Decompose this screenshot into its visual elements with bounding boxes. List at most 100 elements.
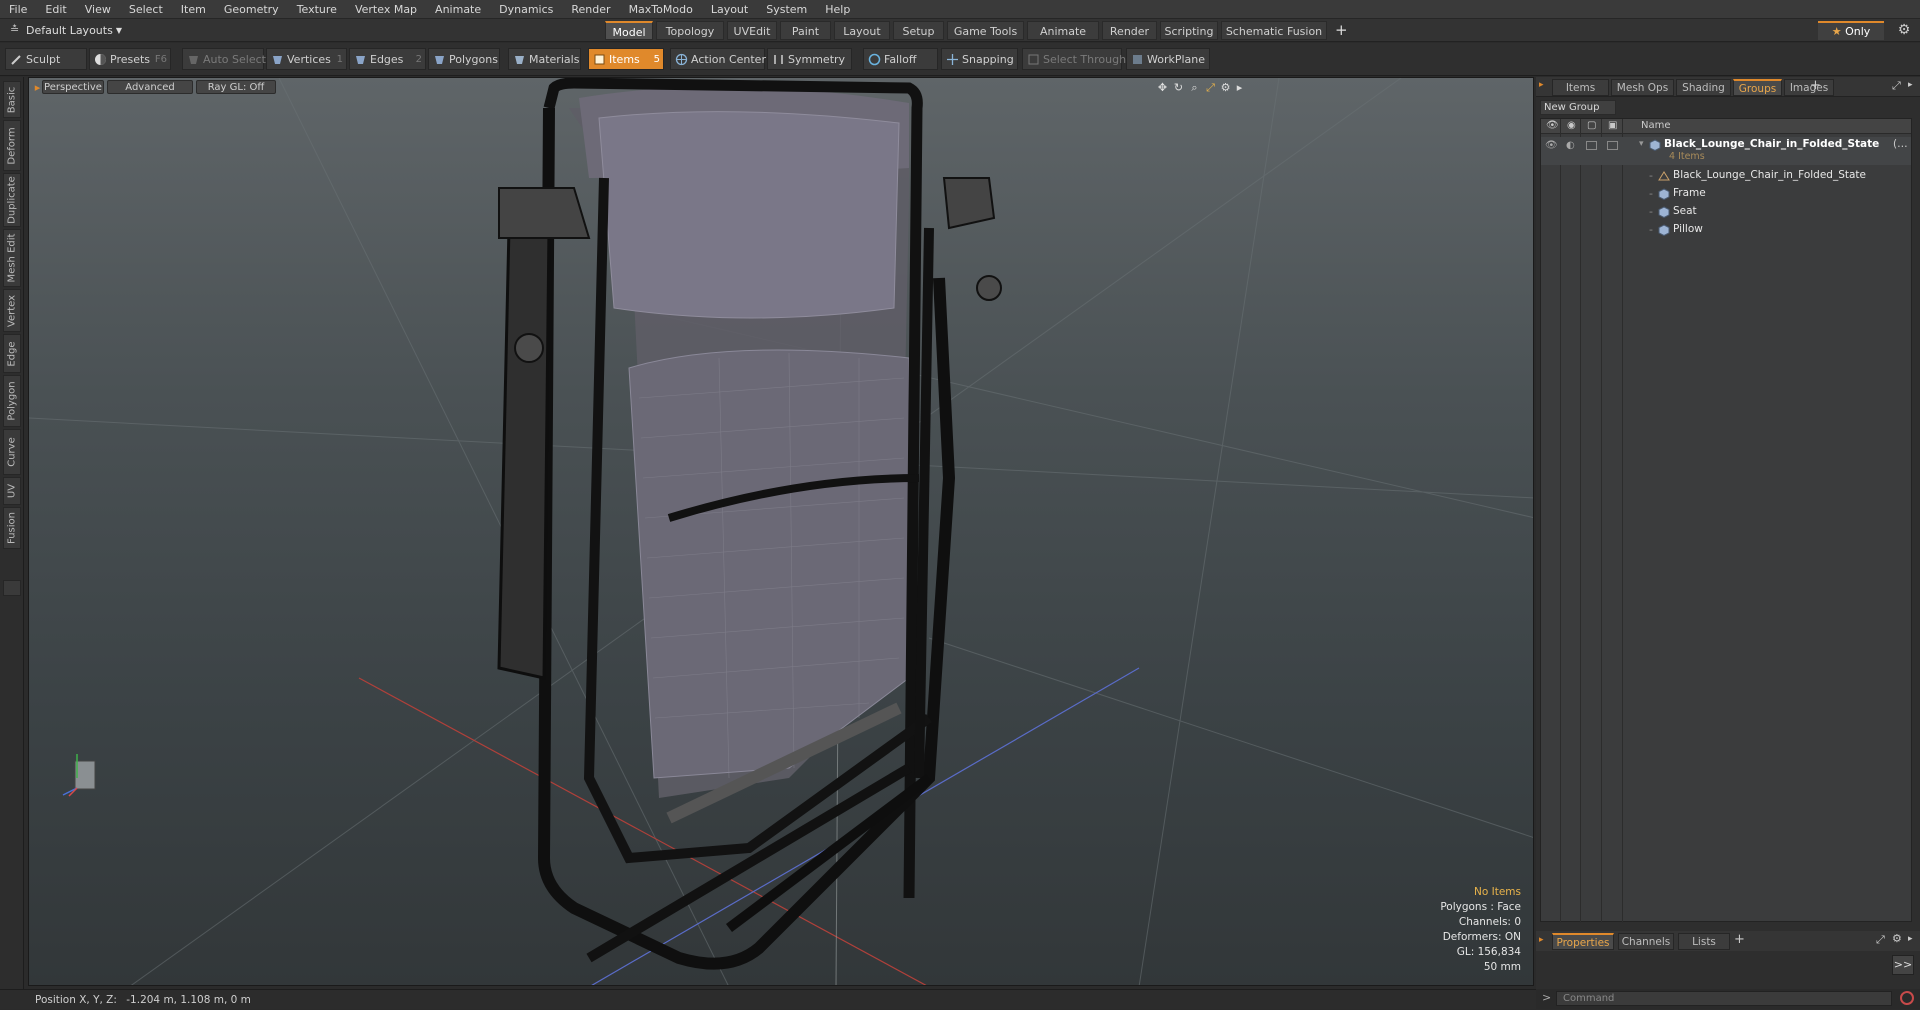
tab-paint[interactable]: Paint: [780, 21, 831, 40]
properties-menu-icon[interactable]: ▸: [1539, 935, 1544, 945]
left-tab-polygon[interactable]: Polygon: [3, 375, 21, 427]
left-tab-uv[interactable]: UV: [3, 477, 21, 505]
presets-button[interactable]: Presets F6: [89, 48, 171, 70]
3d-viewport[interactable]: ▸ Perspective Advanced Ray GL: Off ✥ ↻ ⌕…: [28, 77, 1534, 986]
tree-item[interactable]: - Pillow: [1541, 221, 1911, 239]
rotate-icon[interactable]: ↻: [1172, 81, 1185, 94]
menu-item-dynamics[interactable]: Dynamics: [490, 0, 562, 19]
group-row[interactable]: 👁 ◐ ▾ Black_Lounge_Chair_in_Folded_State…: [1541, 137, 1911, 165]
panel-tab-images[interactable]: Images: [1784, 79, 1834, 96]
polygons-button[interactable]: Polygons: [428, 48, 500, 70]
only-button[interactable]: ★ Only: [1818, 21, 1884, 40]
left-tab-deform[interactable]: Deform: [3, 120, 21, 171]
tab-layout[interactable]: Layout: [834, 21, 890, 40]
status-bar: Position X, Y, Z: -1.204 m, 1.108 m, 0 m: [0, 989, 1536, 1009]
view-mode-button[interactable]: Perspective: [42, 80, 104, 94]
menu-item-maxtomodo[interactable]: MaxToModo: [620, 0, 702, 19]
menu-item-vertex-map[interactable]: Vertex Map: [346, 0, 426, 19]
left-tab-edge[interactable]: Edge: [3, 334, 21, 373]
select-through-button[interactable]: Select Through: [1022, 48, 1126, 70]
left-tab-basic[interactable]: Basic: [3, 81, 21, 118]
menu-item-view[interactable]: View: [76, 0, 120, 19]
viewport-expand-icon[interactable]: ▸: [1233, 81, 1246, 94]
menu-item-render[interactable]: Render: [562, 0, 619, 19]
left-tab-fusion[interactable]: Fusion: [3, 507, 21, 549]
menu-item-animate[interactable]: Animate: [426, 0, 490, 19]
tab-animate[interactable]: Animate: [1027, 21, 1099, 40]
menu-item-file[interactable]: File: [0, 0, 36, 19]
menu-item-select[interactable]: Select: [120, 0, 172, 19]
maximize-icon[interactable]: ⤢: [1204, 81, 1217, 94]
panel-expand-icon[interactable]: ▸: [1908, 80, 1913, 90]
add-properties-tab-icon[interactable]: +: [1734, 932, 1745, 947]
add-tab-icon[interactable]: +: [1335, 21, 1348, 39]
left-tab-mesh-edit[interactable]: Mesh Edit: [3, 229, 21, 287]
new-group-button[interactable]: New Group: [1540, 100, 1616, 115]
vertices-button[interactable]: Vertices 1: [266, 48, 347, 70]
materials-button[interactable]: Materials: [508, 48, 581, 70]
auto-select-button[interactable]: Auto Select: [182, 48, 266, 70]
panel-menu-icon[interactable]: ▸: [1539, 80, 1544, 90]
viewport-settings-icon[interactable]: ⚙: [1219, 81, 1232, 94]
collapse-toggle[interactable]: ▾: [1639, 139, 1644, 149]
raygl-button[interactable]: Ray GL: Off: [196, 80, 276, 94]
menu-item-item[interactable]: Item: [172, 0, 215, 19]
auto-select-icon: [189, 56, 198, 64]
menu-item-layout[interactable]: Layout: [702, 0, 757, 19]
gear-icon[interactable]: ⚙: [1896, 22, 1912, 38]
menu-item-geometry[interactable]: Geometry: [215, 0, 288, 19]
render-toggle-icon[interactable]: ◐: [1566, 140, 1575, 151]
vertices-label: Vertices: [287, 53, 331, 66]
shading-mode-button[interactable]: Advanced: [107, 80, 193, 94]
tab-uvedit[interactable]: UVEdit: [727, 21, 777, 40]
menu-item-system[interactable]: System: [757, 0, 816, 19]
panel-tab-groups[interactable]: Groups: [1733, 79, 1782, 96]
left-tab-curve[interactable]: Curve: [3, 429, 21, 475]
tab-schematic-fusion[interactable]: Schematic Fusion: [1221, 21, 1327, 40]
menu-item-help[interactable]: Help: [816, 0, 859, 19]
left-tab-vertex[interactable]: Vertex: [3, 289, 21, 332]
add-panel-tab-icon[interactable]: +: [1810, 78, 1821, 93]
properties-tab-properties[interactable]: Properties: [1552, 933, 1614, 950]
edges-button[interactable]: Edges 2: [349, 48, 426, 70]
properties-tab-lists[interactable]: Lists: [1678, 933, 1730, 950]
panel-tab-items[interactable]: Items: [1552, 79, 1609, 96]
tree-item[interactable]: - Seat: [1541, 203, 1911, 221]
tab-scripting[interactable]: Scripting: [1160, 21, 1218, 40]
lock-toggle[interactable]: [1586, 141, 1597, 150]
tab-model[interactable]: Model: [605, 21, 653, 40]
menu-item-edit[interactable]: Edit: [36, 0, 75, 19]
symmetry-button[interactable]: Symmetry: [767, 48, 852, 70]
properties-maximize-icon[interactable]: ⤢: [1876, 933, 1885, 947]
workplane-button[interactable]: WorkPlane: [1126, 48, 1210, 70]
tab-setup[interactable]: Setup: [893, 21, 944, 40]
menu-item-texture[interactable]: Texture: [288, 0, 346, 19]
command-input[interactable]: Command: [1556, 991, 1892, 1006]
tab-render[interactable]: Render: [1102, 21, 1157, 40]
properties-settings-icon[interactable]: ⚙: [1892, 932, 1902, 945]
left-tab-collapse[interactable]: [3, 580, 21, 596]
action-center-button[interactable]: Action Center: [670, 48, 766, 70]
visibility-eye-icon[interactable]: 👁: [1545, 140, 1558, 151]
items-button[interactable]: Items 5: [588, 48, 664, 70]
panel-tab-shading[interactable]: Shading: [1676, 79, 1731, 96]
tab-game-tools[interactable]: Game Tools: [947, 21, 1024, 40]
properties-expand-icon[interactable]: ▸: [1908, 934, 1913, 944]
select-toggle[interactable]: [1607, 141, 1618, 150]
sculpt-button[interactable]: Sculpt: [5, 48, 87, 70]
tree-item[interactable]: - Black_Lounge_Chair_in_Folded_State: [1541, 167, 1911, 185]
pan-icon[interactable]: ✥: [1156, 81, 1169, 94]
layouts-icon: ≛: [10, 23, 20, 36]
expand-button[interactable]: >>: [1892, 955, 1914, 975]
left-tab-duplicate[interactable]: Duplicate: [3, 173, 21, 227]
record-icon[interactable]: [1900, 991, 1914, 1005]
tree-item[interactable]: - Frame: [1541, 185, 1911, 203]
zoom-icon[interactable]: ⌕: [1188, 81, 1201, 94]
falloff-button[interactable]: Falloff: [863, 48, 938, 70]
layout-selector[interactable]: ≛ Default Layouts ▼: [6, 22, 146, 39]
panel-tab-mesh-ops[interactable]: Mesh Ops: [1611, 79, 1674, 96]
properties-tab-channels[interactable]: Channels: [1618, 933, 1674, 950]
panel-maximize-icon[interactable]: ⤢: [1892, 79, 1901, 93]
snapping-button[interactable]: Snapping: [941, 48, 1018, 70]
tab-topology[interactable]: Topology: [656, 21, 724, 40]
